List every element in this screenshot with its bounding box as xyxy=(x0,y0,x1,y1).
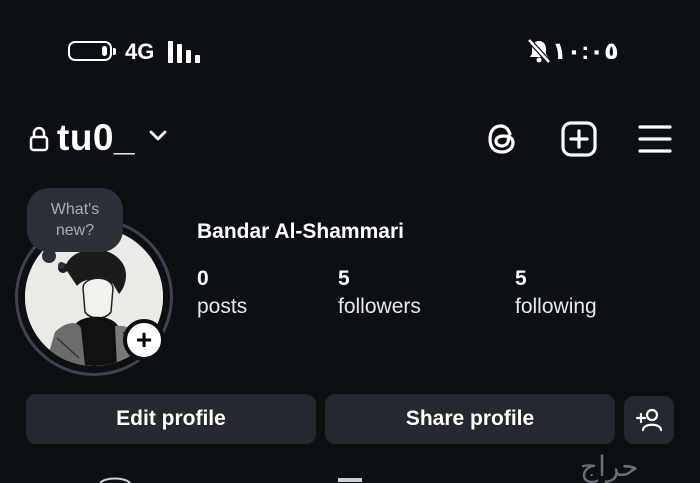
lock-icon xyxy=(29,126,49,152)
battery-icon xyxy=(68,41,116,61)
profile-username[interactable]: tu0_ xyxy=(57,117,135,159)
watermark-logo: حراج xyxy=(580,450,639,483)
status-clock: ١٠:٠٥ xyxy=(552,38,619,65)
stat-following-label: following xyxy=(515,295,597,318)
profile-full-name: Bandar Al-Shammari xyxy=(197,220,404,243)
add-person-icon xyxy=(635,408,663,432)
stat-followers-count: 5 xyxy=(338,267,350,290)
edit-profile-button[interactable]: Edit profile xyxy=(26,394,316,444)
stat-following[interactable]: 5 following xyxy=(515,265,597,321)
create-post-icon[interactable] xyxy=(560,120,598,158)
chevron-down-icon[interactable] xyxy=(147,127,169,143)
share-profile-button[interactable]: Share profile xyxy=(325,394,615,444)
stat-following-count: 5 xyxy=(515,267,527,290)
stat-posts[interactable]: 0 posts xyxy=(197,265,247,321)
note-bubble[interactable]: What's new? xyxy=(27,188,123,252)
note-bubble-tail-small xyxy=(58,262,65,269)
network-type: 4G xyxy=(125,39,155,64)
add-story-plus-icon[interactable]: + xyxy=(123,319,165,361)
stat-followers[interactable]: 5 followers xyxy=(338,265,421,321)
stat-followers-label: followers xyxy=(338,295,421,318)
stat-posts-count: 0 xyxy=(197,267,209,290)
threads-icon[interactable] xyxy=(483,120,521,158)
signal-strength-icon xyxy=(168,41,204,63)
stat-posts-label: posts xyxy=(197,295,248,318)
muted-bell-icon xyxy=(527,38,551,64)
menu-icon[interactable] xyxy=(636,120,674,158)
discover-people-button[interactable] xyxy=(624,396,674,444)
